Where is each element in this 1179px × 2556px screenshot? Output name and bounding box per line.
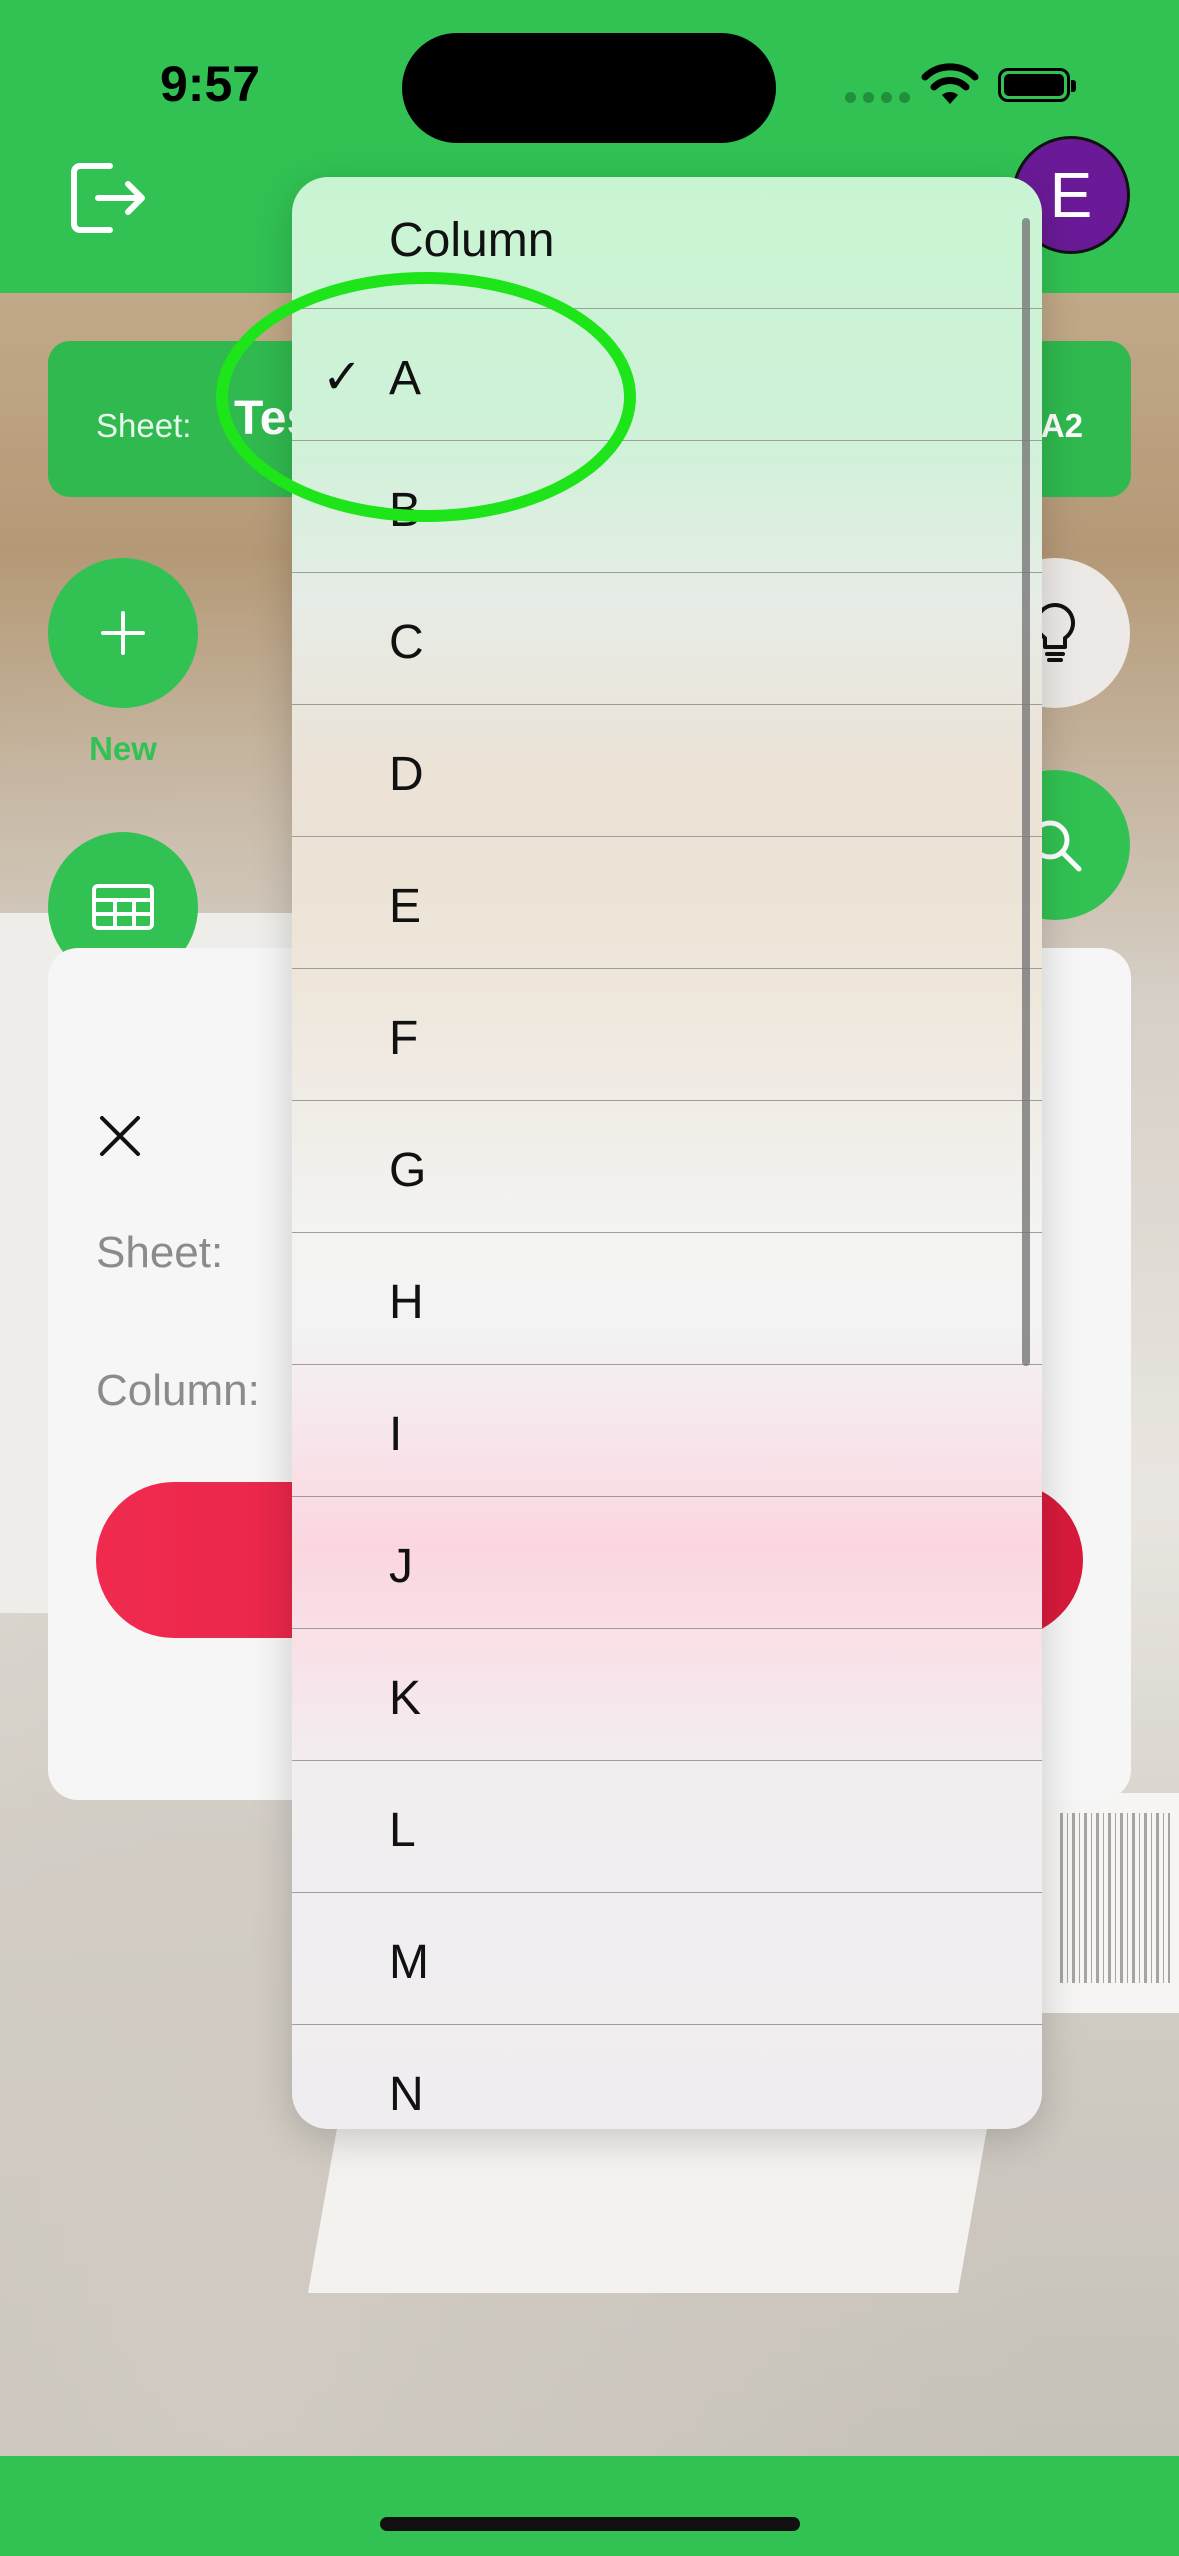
plus-icon bbox=[101, 611, 145, 655]
menu-item-label: G bbox=[389, 1144, 427, 1197]
new-button-label: New bbox=[89, 730, 157, 767]
battery-icon bbox=[998, 68, 1076, 102]
menu-item-label: M bbox=[389, 1936, 429, 1989]
menu-item-l[interactable]: L bbox=[292, 1760, 1042, 1892]
close-icon[interactable] bbox=[98, 1114, 142, 1158]
home-indicator[interactable] bbox=[380, 2517, 800, 2531]
menu-item-n[interactable]: N bbox=[292, 2024, 1042, 2129]
new-button[interactable] bbox=[48, 558, 198, 708]
menu-item-label: F bbox=[389, 1012, 419, 1065]
menu-item-f[interactable]: F bbox=[292, 968, 1042, 1100]
menu-item-h[interactable]: H bbox=[292, 1232, 1042, 1364]
sheet-label: Sheet: bbox=[96, 407, 192, 444]
table-icon bbox=[92, 884, 154, 930]
logout-icon[interactable] bbox=[68, 160, 148, 236]
menu-item-i[interactable]: I bbox=[292, 1364, 1042, 1496]
annotation-highlight bbox=[216, 272, 636, 522]
bottom-bar bbox=[0, 2456, 1179, 2556]
menu-item-label: D bbox=[389, 748, 424, 801]
status-time: 9:57 bbox=[160, 56, 261, 112]
menu-item-label: J bbox=[389, 1540, 413, 1593]
menu-scrollbar[interactable] bbox=[1022, 218, 1030, 1366]
menu-item-c[interactable]: C bbox=[292, 572, 1042, 704]
menu-item-label: I bbox=[389, 1408, 403, 1461]
menu-item-label: H bbox=[389, 1276, 424, 1329]
menu-item-e[interactable]: E bbox=[292, 836, 1042, 968]
menu-item-label: E bbox=[389, 880, 422, 933]
sheet-range: A2 bbox=[1040, 407, 1083, 444]
menu-item-g[interactable]: G bbox=[292, 1100, 1042, 1232]
menu-item-label: L bbox=[389, 1804, 416, 1857]
menu-item-label: N bbox=[389, 2068, 424, 2121]
wifi-icon bbox=[921, 63, 979, 104]
menu-item-k[interactable]: K bbox=[292, 1628, 1042, 1760]
menu-header: Column bbox=[389, 214, 555, 267]
menu-item-j[interactable]: J bbox=[292, 1496, 1042, 1628]
menu-item-m[interactable]: M bbox=[292, 1892, 1042, 2024]
modal-sheet-label: Sheet: bbox=[96, 1228, 224, 1277]
dynamic-island bbox=[402, 33, 776, 143]
menu-item-label: C bbox=[389, 616, 424, 669]
menu-item-label: K bbox=[389, 1672, 422, 1725]
cellular-icon bbox=[845, 92, 910, 103]
modal-column-label: Column: bbox=[96, 1366, 260, 1415]
menu-item-d[interactable]: D bbox=[292, 704, 1042, 836]
